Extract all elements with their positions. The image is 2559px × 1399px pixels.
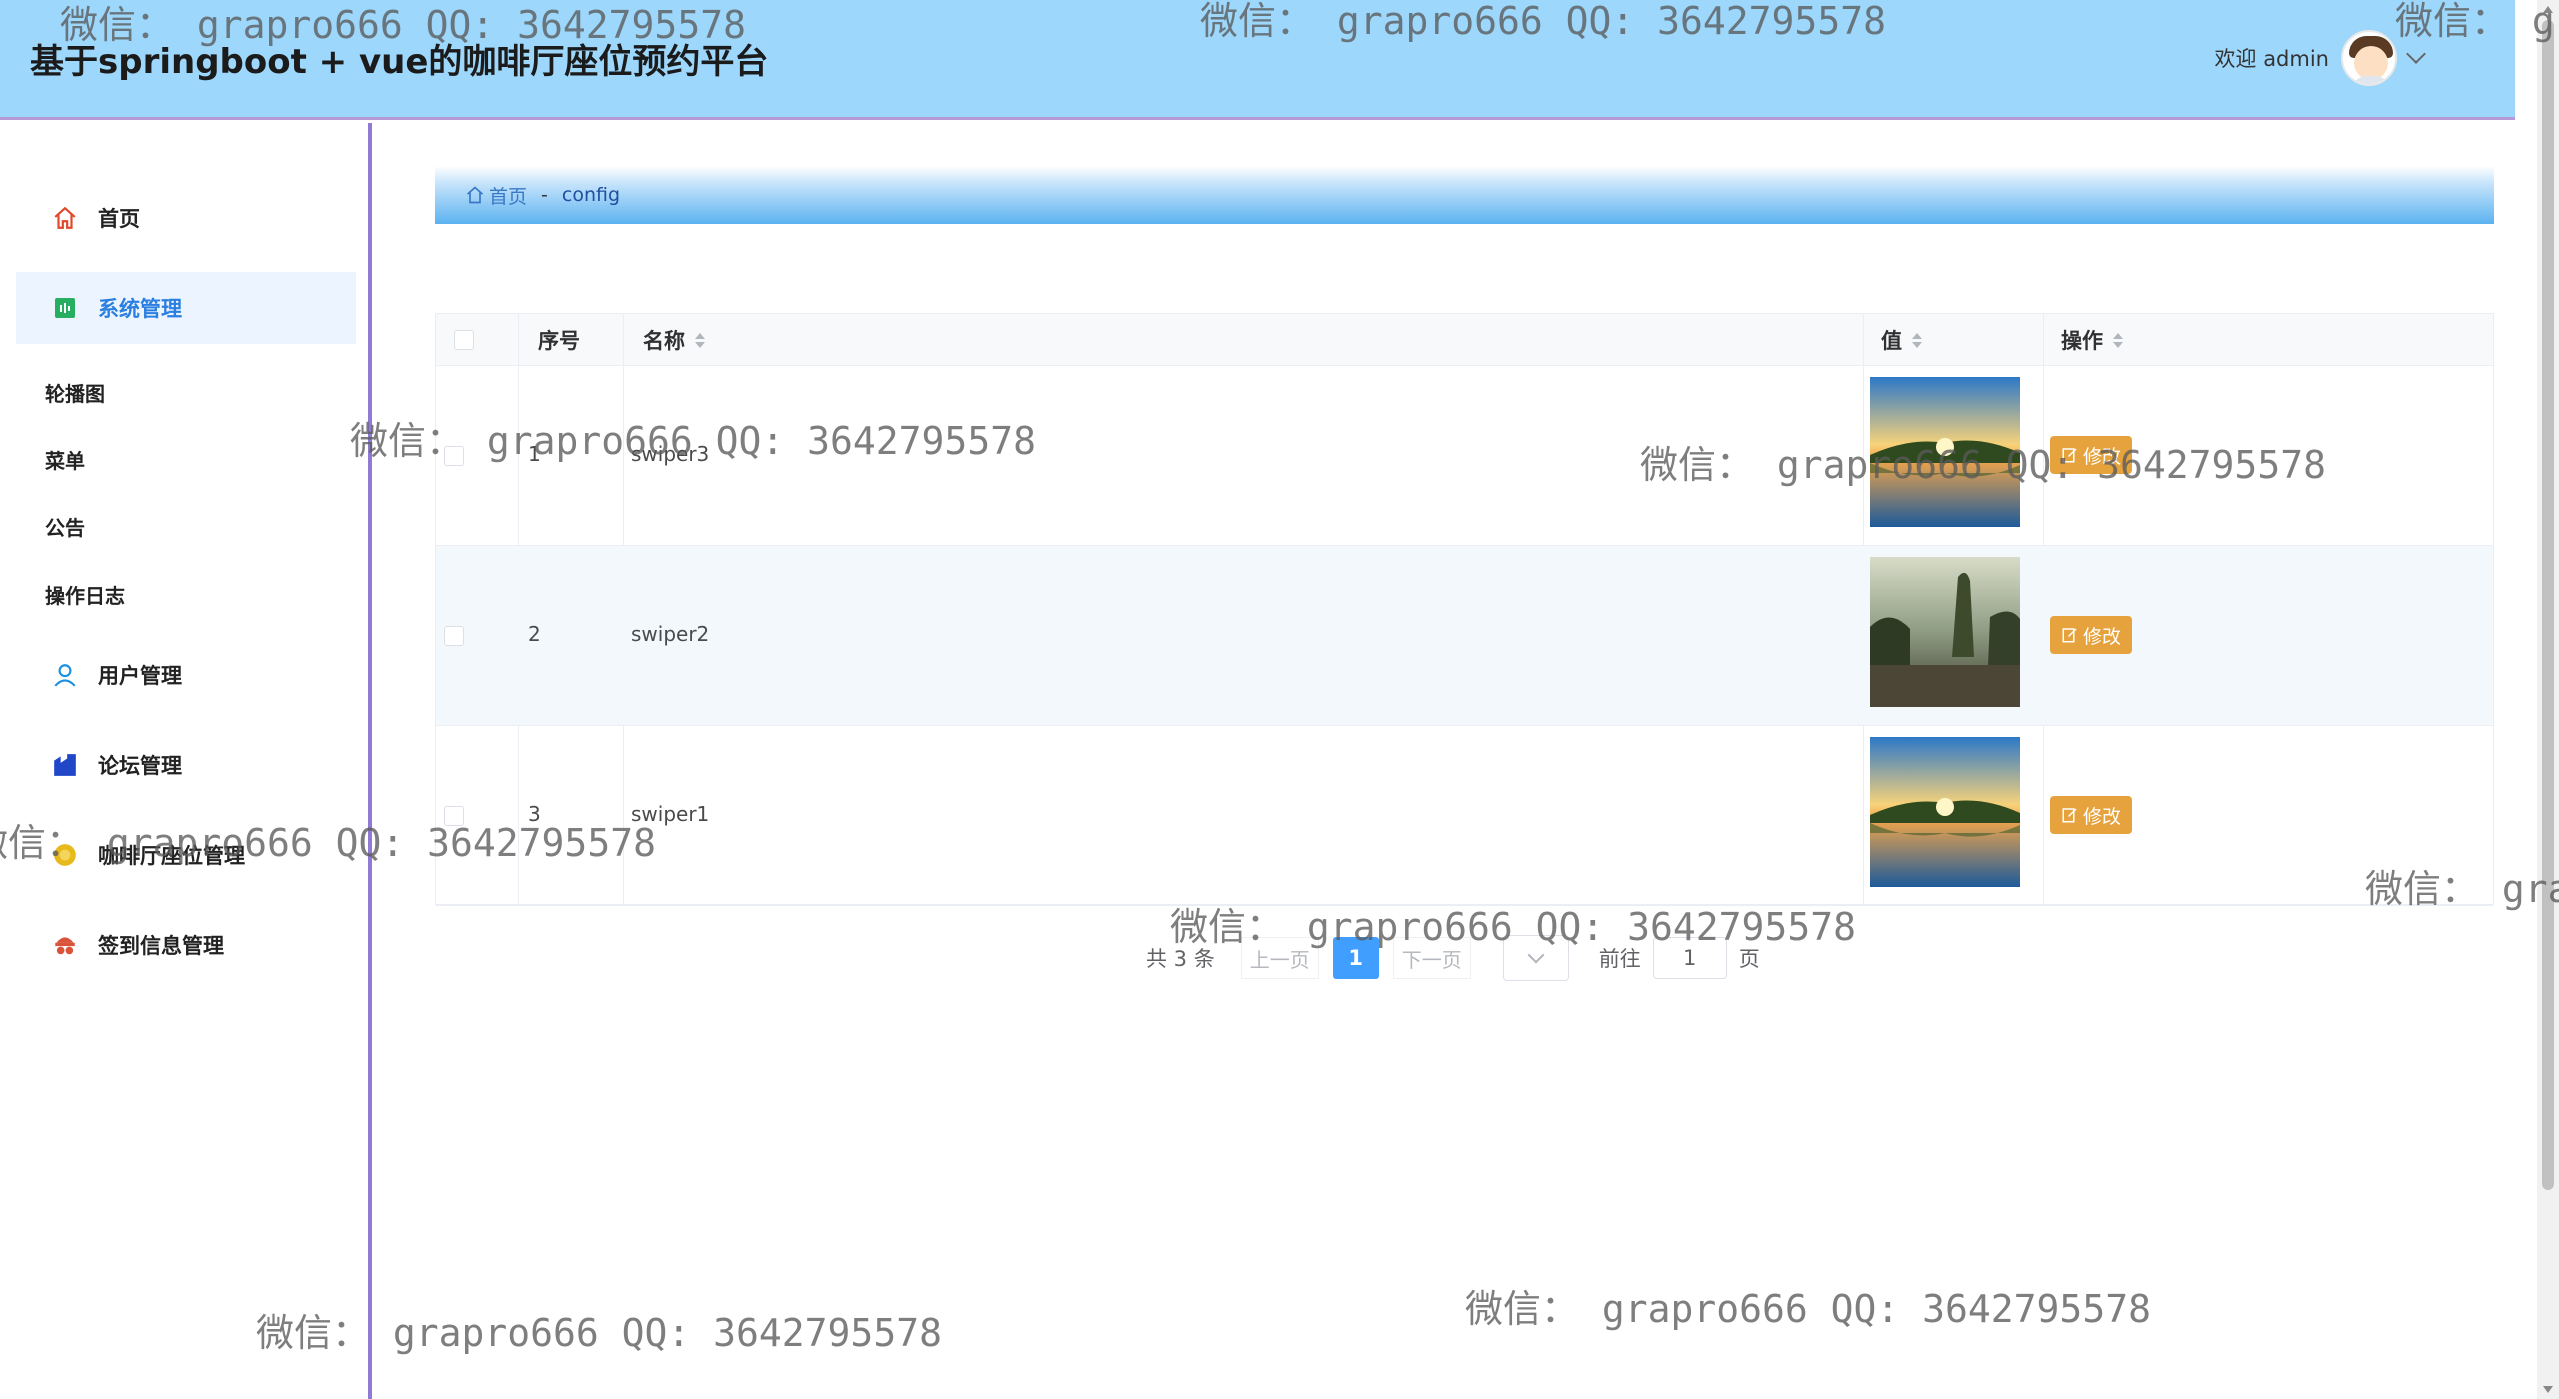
watermark: 微信： grapro666 QQ: 3642795578 bbox=[0, 821, 656, 865]
header-name[interactable]: 名称 bbox=[643, 314, 705, 366]
breadcrumb-home-label[interactable]: 首页 bbox=[489, 182, 527, 209]
sort-icon[interactable] bbox=[2113, 332, 2123, 348]
avatar[interactable] bbox=[2341, 30, 2397, 86]
watermark: 微信： grapro666 QQ: 3642795578 bbox=[2395, 0, 2559, 43]
watermark: 微信： grapro666 QQ: 3642795578 bbox=[1465, 1287, 2151, 1331]
row-index: 2 bbox=[528, 622, 541, 646]
breadcrumb-home[interactable]: 首页 bbox=[465, 182, 527, 209]
forum-icon bbox=[50, 750, 80, 780]
sidebar-subitem-oplog[interactable]: 操作日志 bbox=[45, 580, 125, 609]
watermark: 微信： grapro666 QQ: 3642795578 bbox=[60, 3, 746, 47]
home-icon bbox=[50, 203, 80, 233]
sort-icon[interactable] bbox=[1912, 332, 1922, 348]
welcome-text: 欢迎 admin bbox=[2214, 47, 2329, 71]
edit-button-label: 修改 bbox=[2082, 625, 2121, 648]
sidebar-subitem-menu[interactable]: 菜单 bbox=[45, 445, 85, 474]
table-header: 序号 名称 值 操作 bbox=[436, 314, 2493, 366]
breadcrumb-separator: - bbox=[541, 184, 548, 206]
edit-button[interactable]: 修改 bbox=[2050, 796, 2132, 834]
header-action[interactable]: 操作 bbox=[2061, 314, 2123, 366]
sidebar-item-label: 首页 bbox=[98, 207, 140, 231]
header-index: 序号 bbox=[538, 314, 580, 366]
table-row[interactable]: 3 swiper1 修改 bbox=[436, 726, 2493, 906]
scroll-down-icon[interactable] bbox=[2543, 1386, 2553, 1393]
select-all-checkbox[interactable] bbox=[454, 330, 474, 350]
row-name: swiper2 bbox=[631, 622, 710, 646]
sidebar-item-label: 论坛管理 bbox=[98, 754, 182, 778]
chevron-down-icon[interactable] bbox=[2406, 44, 2426, 64]
scroll-thumb[interactable] bbox=[2542, 20, 2554, 1190]
page-scrollbar[interactable] bbox=[2537, 0, 2559, 1399]
user-icon bbox=[50, 660, 80, 690]
row-checkbox[interactable] bbox=[444, 626, 464, 646]
edit-button[interactable]: 修改 bbox=[2050, 616, 2132, 654]
system-icon bbox=[50, 293, 80, 323]
header-index-label: 序号 bbox=[538, 329, 580, 353]
config-table: 序号 名称 值 操作 1 swiper3 修改 2 swiper2 修改 3 s… bbox=[435, 313, 2494, 906]
sidebar-item-label: 用户管理 bbox=[98, 664, 182, 688]
watermark: 微信： grapro666 QQ: 3642795578 bbox=[256, 1311, 942, 1355]
edit-button-label: 修改 bbox=[2082, 805, 2121, 828]
edit-icon bbox=[2062, 808, 2077, 823]
sidebar-item-system[interactable]: 系统管理 bbox=[16, 272, 356, 344]
header-value-label: 值 bbox=[1881, 329, 1902, 353]
breadcrumb: 首页 - config bbox=[435, 166, 2494, 224]
watermark: 微信： grapro666 QQ: 3642795578 bbox=[1200, 0, 1886, 43]
table-row[interactable]: 2 swiper2 修改 bbox=[436, 546, 2493, 726]
user-menu[interactable]: 欢迎 admin bbox=[2214, 30, 2426, 86]
sidebar-item-forum[interactable]: 论坛管理 bbox=[16, 729, 356, 801]
watermark: 微信： grapro666 QQ: 3642795578 bbox=[1170, 905, 1856, 949]
sidebar-item-checkin[interactable]: 签到信息管理 bbox=[16, 909, 356, 981]
swiper-thumbnail[interactable] bbox=[1870, 737, 2020, 887]
checkin-icon bbox=[50, 930, 80, 960]
sidebar-subitem-carousel[interactable]: 轮播图 bbox=[45, 378, 105, 407]
sort-icon[interactable] bbox=[695, 332, 705, 348]
sidebar-item-label: 签到信息管理 bbox=[98, 934, 224, 958]
header-value[interactable]: 值 bbox=[1881, 314, 1922, 366]
sidebar-item-home[interactable]: 首页 bbox=[16, 182, 356, 254]
sidebar-item-label: 系统管理 bbox=[98, 297, 182, 321]
sidebar: 首页 系统管理 轮播图 菜单 公告 操作日志 用户管理 论坛管理 咖啡厅座位管理… bbox=[0, 123, 372, 1399]
sidebar-item-users[interactable]: 用户管理 bbox=[16, 639, 356, 711]
edit-icon bbox=[2062, 628, 2077, 643]
home-icon bbox=[466, 186, 484, 204]
watermark: 微信： grapro666 QQ: 3642795578 bbox=[2365, 867, 2559, 911]
header-name-label: 名称 bbox=[643, 329, 685, 353]
header-action-label: 操作 bbox=[2061, 329, 2103, 353]
swiper-thumbnail[interactable] bbox=[1870, 557, 2020, 707]
watermark: 微信： grapro666 QQ: 3642795578 bbox=[1640, 443, 2326, 487]
watermark: 微信： grapro666 QQ: 3642795578 bbox=[350, 419, 1036, 463]
sidebar-subitem-notice[interactable]: 公告 bbox=[45, 512, 85, 541]
breadcrumb-current: config bbox=[561, 184, 621, 206]
